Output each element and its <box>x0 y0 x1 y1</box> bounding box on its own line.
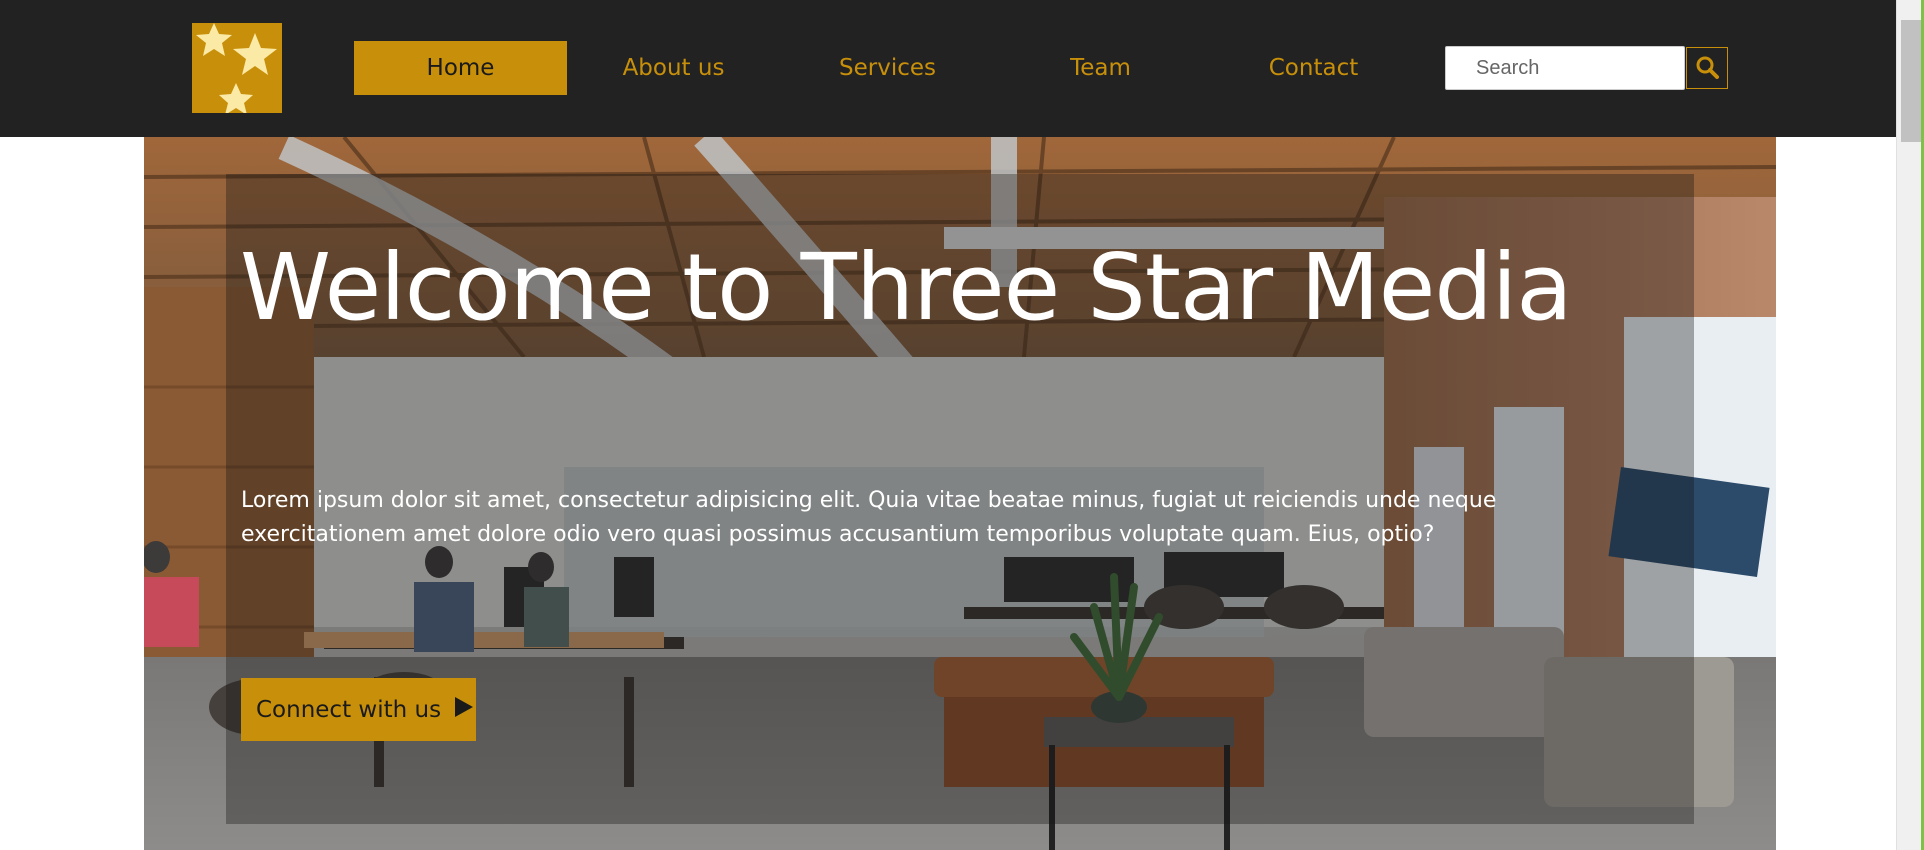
vertical-scrollbar[interactable] <box>1896 0 1924 850</box>
play-icon <box>455 696 474 723</box>
hero-section: Welcome to Three Star Media Lorem ipsum … <box>144 137 1776 850</box>
connect-with-us-button[interactable]: Connect with us <box>241 678 476 741</box>
top-navigation-bar: Home About us Services Team Contact <box>0 0 1896 137</box>
search-input[interactable] <box>1445 46 1685 90</box>
search-button[interactable] <box>1686 47 1728 89</box>
nav-item-team[interactable]: Team <box>994 41 1207 95</box>
three-stars-logo-icon[interactable] <box>192 23 282 113</box>
nav-item-services[interactable]: Services <box>781 41 994 95</box>
nav-item-home[interactable]: Home <box>354 41 567 95</box>
cta-label: Connect with us <box>256 696 442 723</box>
nav-item-about-us[interactable]: About us <box>567 41 780 95</box>
hero-description: Lorem ipsum dolor sit amet, consectetur … <box>241 488 1497 547</box>
hero-title: Welcome to Three Star Media <box>240 234 1573 341</box>
nav-item-contact[interactable]: Contact <box>1207 41 1420 95</box>
search-icon <box>1695 55 1719 82</box>
scrollbar-thumb[interactable] <box>1901 20 1921 142</box>
